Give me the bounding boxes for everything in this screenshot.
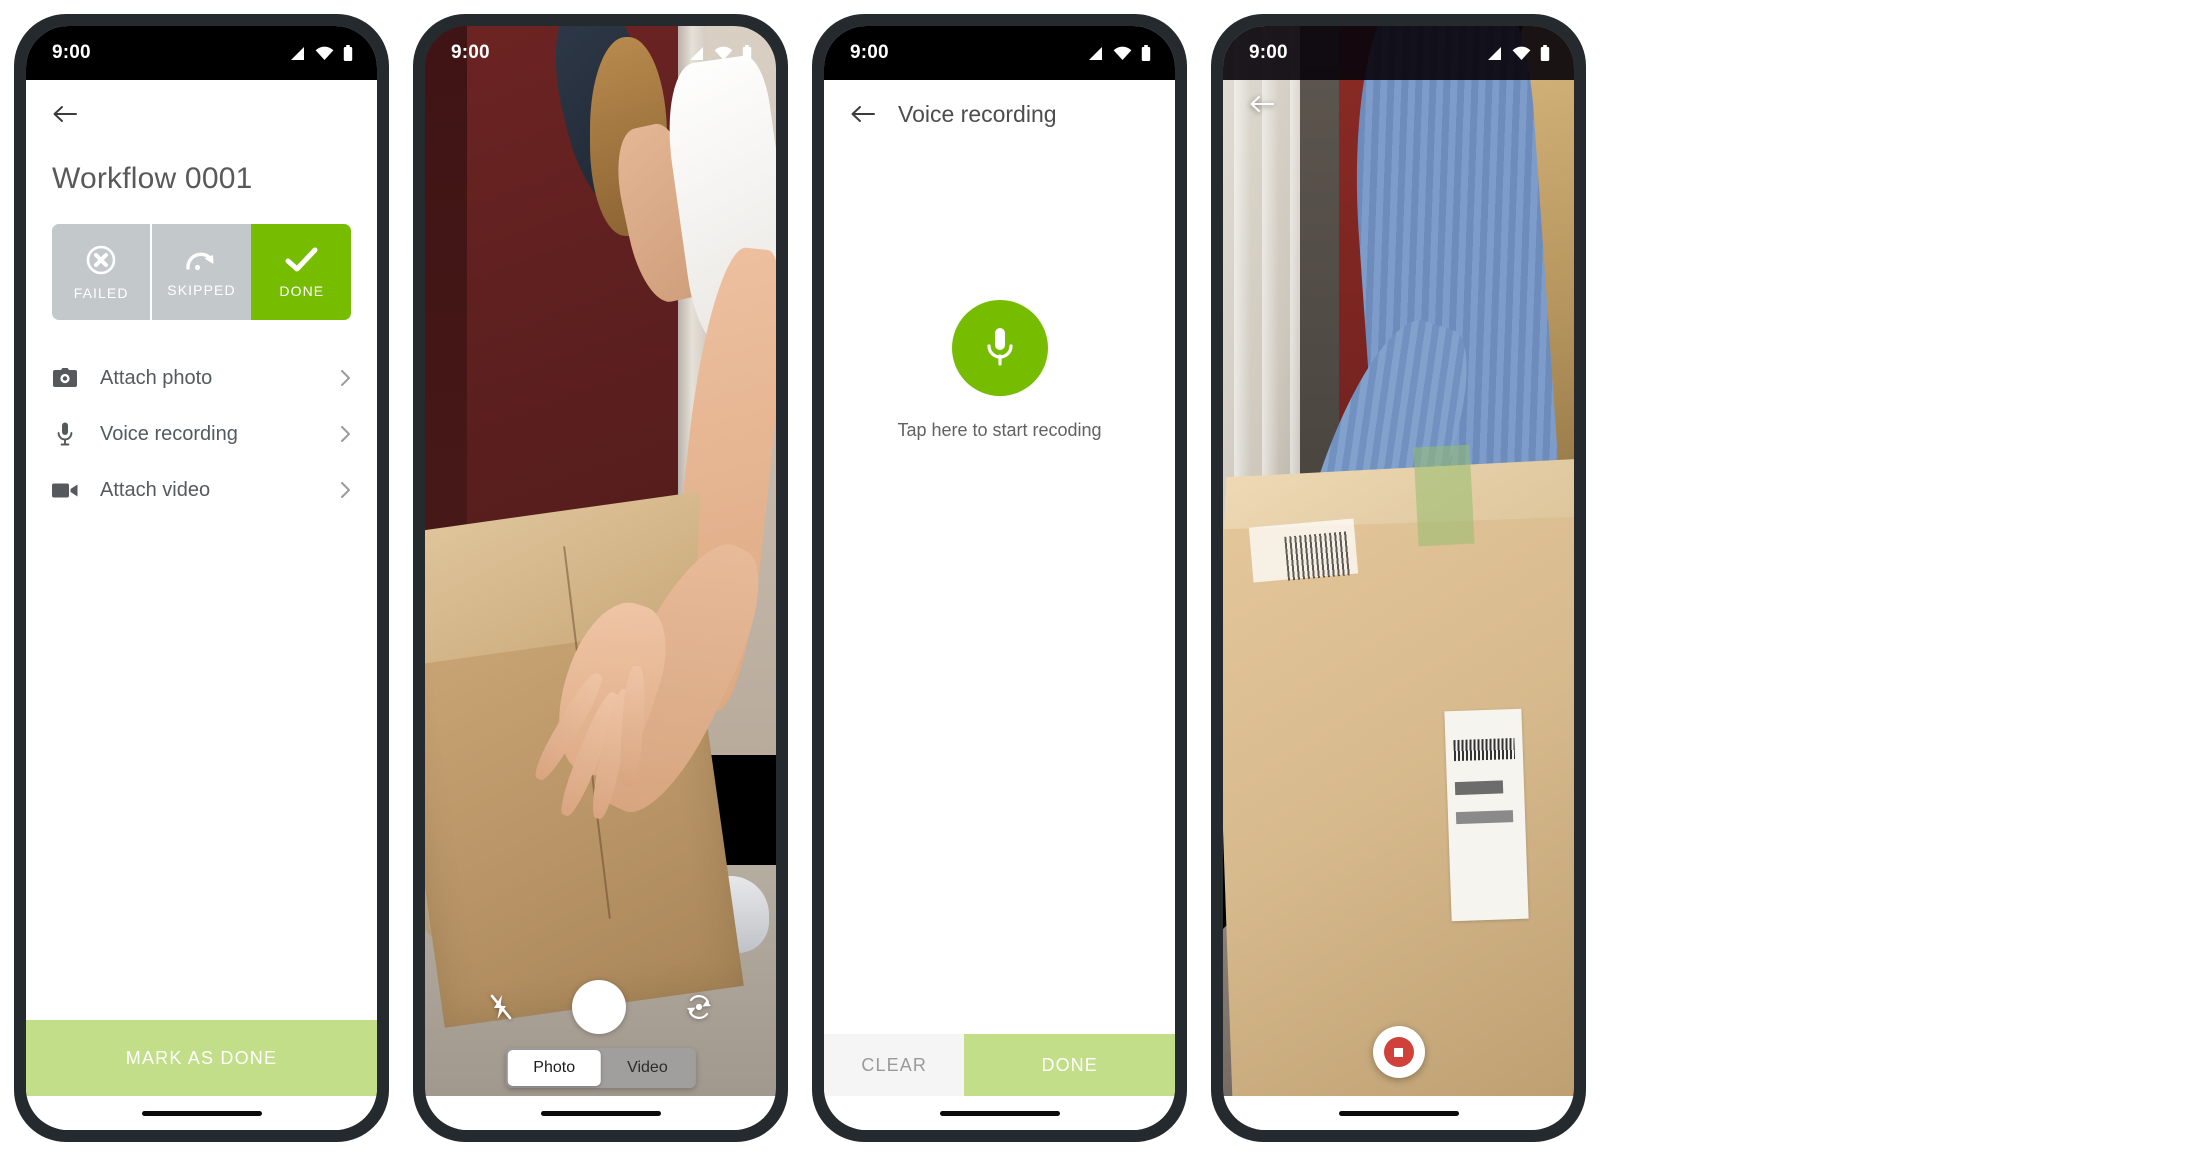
phone-2-camera: 9:00 Photo Video — [413, 14, 788, 1142]
status-clock: 9:00 — [451, 42, 490, 63]
gesture-bar-area — [824, 1096, 1175, 1130]
chevron-right-icon — [340, 481, 351, 499]
page-title: Workflow 0001 — [52, 162, 253, 195]
status-bar: 9:00 — [425, 26, 776, 80]
shipping-label — [1443, 709, 1529, 922]
list-item-attach-video[interactable]: Attach video — [26, 462, 377, 518]
microphone-icon — [984, 323, 1016, 374]
status-segmented-control: FAILED SKIPPED DONE — [52, 224, 351, 320]
screen-camera-capture: 9:00 Photo Video — [425, 26, 776, 1130]
skip-arrow-icon — [184, 247, 218, 273]
signal-icon — [688, 46, 705, 61]
camera-controls — [425, 980, 776, 1034]
status-clock: 9:00 — [1249, 42, 1288, 63]
status-icons — [1087, 45, 1151, 61]
video-viewfinder[interactable] — [1223, 26, 1574, 1130]
check-icon — [285, 246, 319, 274]
voice-action-bar: CLEAR DONE — [824, 1034, 1175, 1096]
status-segment-label: SKIPPED — [167, 281, 236, 298]
attachment-list: Attach photo Voice recording Attach vide… — [26, 350, 377, 518]
camera-flip-icon[interactable] — [685, 994, 713, 1020]
home-indicator[interactable] — [141, 1110, 262, 1116]
microphone-icon — [52, 422, 78, 446]
mark-as-done-button[interactable]: MARK AS DONE — [26, 1020, 377, 1096]
app-bar: Voice recording — [824, 80, 1175, 148]
gesture-bar-area — [1223, 1096, 1574, 1130]
stop-square — [1394, 1047, 1403, 1057]
battery-icon — [1141, 45, 1151, 61]
battery-icon — [343, 45, 353, 61]
done-button[interactable]: DONE — [964, 1034, 1175, 1096]
screen-voice-recording: 9:00 Voice recording Tap here to start r… — [824, 26, 1175, 1130]
failed-circle-x-icon — [85, 244, 117, 276]
signal-icon — [1087, 46, 1104, 61]
status-clock: 9:00 — [850, 42, 889, 63]
record-stop-button[interactable] — [1372, 1026, 1425, 1078]
flash-off-icon[interactable] — [489, 994, 513, 1020]
screen-video-recording: 9:00 — [1223, 26, 1574, 1130]
battery-icon — [742, 45, 752, 61]
gesture-bar-area — [425, 1096, 776, 1130]
media-mode-video[interactable]: Video — [601, 1050, 694, 1086]
phone-1-workflow-detail: 9:00 Workflow 0001 FAILED SKIPPED DONE A… — [14, 14, 389, 1142]
recording-hint-text: Tap here to start recoding — [897, 420, 1102, 440]
clear-button[interactable]: CLEAR — [824, 1034, 965, 1096]
list-item-attach-photo[interactable]: Attach photo — [26, 350, 377, 406]
screen-workflow-detail: 9:00 Workflow 0001 FAILED SKIPPED DONE A… — [26, 26, 377, 1130]
voice-recording-body: Tap here to start recoding — [824, 148, 1175, 1034]
status-bar: 9:00 — [1223, 26, 1574, 80]
list-item-label: Attach video — [100, 478, 211, 501]
home-indicator[interactable] — [1338, 1110, 1459, 1116]
media-mode-photo[interactable]: Photo — [507, 1050, 602, 1086]
wifi-icon — [714, 46, 733, 61]
back-arrow-icon[interactable] — [52, 104, 78, 124]
camera-icon — [52, 368, 78, 388]
wifi-icon — [1512, 46, 1531, 61]
chevron-right-icon — [340, 369, 351, 387]
signal-icon — [1486, 46, 1503, 61]
gesture-bar-area — [26, 1096, 377, 1130]
status-segment-done[interactable]: DONE — [250, 224, 351, 320]
phone-mockup-row: 9:00 Workflow 0001 FAILED SKIPPED DONE A… — [0, 0, 2206, 1156]
list-item-label: Attach photo — [100, 366, 213, 389]
back-arrow-icon[interactable] — [1249, 94, 1275, 114]
video-camera-icon — [52, 482, 78, 499]
wifi-icon — [1113, 46, 1132, 61]
status-segment-failed[interactable]: FAILED — [52, 224, 151, 320]
phone-3-voice-recording: 9:00 Voice recording Tap here to start r… — [812, 14, 1187, 1142]
signal-icon — [289, 46, 306, 61]
status-icons — [688, 45, 752, 61]
status-segment-label: DONE — [279, 282, 325, 299]
viewfinder-scene — [425, 26, 776, 1130]
list-item-label: Voice recording — [100, 422, 238, 445]
status-bar: 9:00 — [824, 26, 1175, 80]
status-clock: 9:00 — [52, 42, 91, 63]
shutter-button[interactable] — [571, 980, 626, 1034]
record-mic-button[interactable] — [951, 300, 1048, 396]
status-icons — [1486, 45, 1550, 61]
camera-viewfinder[interactable] — [425, 26, 776, 1130]
wifi-icon — [315, 46, 334, 61]
media-mode-switch: Photo Video — [505, 1048, 696, 1088]
viewfinder-scene — [1223, 26, 1574, 1130]
phone-4-video-recording: 9:00 — [1211, 14, 1586, 1142]
status-segment-skipped[interactable]: SKIPPED — [150, 224, 251, 320]
record-stop-icon — [1383, 1037, 1414, 1067]
status-bar: 9:00 — [26, 26, 377, 80]
battery-icon — [1540, 45, 1550, 61]
status-icons — [289, 45, 353, 61]
chevron-right-icon — [340, 425, 351, 443]
back-arrow-icon[interactable] — [850, 104, 876, 124]
home-indicator[interactable] — [939, 1110, 1060, 1116]
app-bar — [26, 80, 377, 148]
list-item-voice-recording[interactable]: Voice recording — [26, 406, 377, 462]
app-bar-title: Voice recording — [898, 100, 1057, 127]
status-segment-label: FAILED — [73, 284, 129, 301]
home-indicator[interactable] — [540, 1110, 661, 1116]
